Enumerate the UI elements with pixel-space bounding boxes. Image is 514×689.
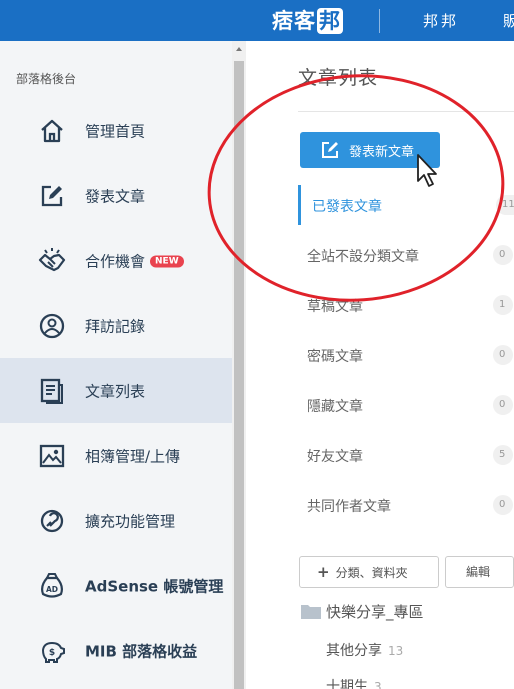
subcategory-count: 13 <box>388 644 404 658</box>
scroll-thumb[interactable] <box>234 61 244 689</box>
extension-icon <box>40 509 64 532</box>
scroll-up-arrow-icon[interactable] <box>236 47 242 51</box>
sidebar-item-new-post[interactable]: 發表文章 <box>0 163 232 228</box>
category-coauthor[interactable]: 共同作者文章 0 <box>298 485 514 525</box>
plus-icon: + <box>317 563 330 581</box>
sidebar-item-label: AdSense 帳號管理 <box>85 577 224 595</box>
edit-button[interactable]: 編輯 <box>445 556 514 588</box>
sidebar-item-visits[interactable]: 拜訪記錄 <box>0 293 232 358</box>
category-count: 1174 <box>496 195 514 215</box>
sidebar-item-album[interactable]: 相簿管理/上傳 <box>0 423 232 488</box>
category-published[interactable]: 已發表文章 1174 <box>298 185 514 225</box>
mouse-pointer-icon <box>417 154 437 187</box>
subcategory-item[interactable]: 十期生 3 <box>326 676 382 689</box>
category-count: 0 <box>493 245 513 265</box>
visitor-icon <box>39 313 65 338</box>
edit-button-label: 編輯 <box>466 565 491 579</box>
pixnet-logo[interactable]: 痞客邦 <box>272 6 343 36</box>
category-password[interactable]: 密碼文章 0 <box>298 335 514 375</box>
category-count: 0 <box>493 345 513 365</box>
folder-icon <box>301 605 321 619</box>
svg-text:$: $ <box>49 648 55 658</box>
category-count: 0 <box>493 395 513 415</box>
sidebar-item-mib[interactable]: $ MIB 部落格收益 <box>0 618 232 683</box>
sidebar-item-label: 發表文章 <box>85 187 146 205</box>
sidebar-item-label: 管理首頁 <box>85 122 146 140</box>
svg-text:AD: AD <box>46 585 58 594</box>
new-post-button-label: 發表新文章 <box>349 145 415 160</box>
category-label: 密碼文章 <box>307 349 363 365</box>
sidebar: 部落格後台 管理首頁 發表文章 合作機會 NEW 拜訪記錄 文章列表 相簿管理/上… <box>0 41 232 689</box>
subcategory-label: 十期生 <box>326 679 368 689</box>
nav-item-bangbang[interactable]: 邦邦 <box>423 10 459 31</box>
sidebar-item-cooperation[interactable]: 合作機會 NEW <box>0 228 232 293</box>
sidebar-item-label: 文章列表 <box>85 382 146 400</box>
category-friends[interactable]: 好友文章 5 <box>298 435 514 475</box>
sidebar-item-label: 相簿管理/上傳 <box>85 447 181 465</box>
sidebar-item-extensions[interactable]: 擴充功能管理 <box>0 488 232 553</box>
piggy-bank-icon: $ <box>41 641 65 663</box>
handshake-icon <box>38 247 66 271</box>
category-label: 共同作者文章 <box>307 499 391 515</box>
category-label: 草稿文章 <box>307 299 363 315</box>
sidebar-title: 部落格後台 <box>16 72 77 86</box>
adsense-icon: AD <box>41 572 63 598</box>
sidebar-item-text: 合作機會 <box>85 252 146 270</box>
folder-label: 快樂分享_專區 <box>326 603 424 621</box>
category-label: 已發表文章 <box>312 199 382 215</box>
category-count: 0 <box>493 495 513 515</box>
add-category-button[interactable]: + 分類、資料夾 <box>299 556 439 588</box>
category-hidden[interactable]: 隱藏文章 0 <box>298 385 514 425</box>
home-icon <box>41 119 63 142</box>
header-divider <box>379 9 380 33</box>
category-label: 隱藏文章 <box>307 399 363 415</box>
category-count: 5 <box>493 445 513 465</box>
logo-text: 痞客 <box>272 9 316 33</box>
edit-icon <box>41 185 63 206</box>
nav-item-sell[interactable]: 販 <box>503 10 514 31</box>
sidebar-item-label: 擴充功能管理 <box>85 512 176 530</box>
main-content: 文章列表 發表新文章 已發表文章 1174 全站不設分類文章 0 草稿文章 1 … <box>246 41 514 689</box>
category-label: 好友文章 <box>307 449 363 465</box>
page-title: 文章列表 <box>298 67 379 89</box>
list-icon <box>40 378 63 404</box>
sidebar-item-label: 合作機會 NEW <box>85 250 184 271</box>
sidebar-scrollbar[interactable] <box>232 41 246 689</box>
sidebar-item-adsense[interactable]: AD AdSense 帳號管理 <box>0 553 232 618</box>
album-icon <box>39 444 65 467</box>
category-drafts[interactable]: 草稿文章 1 <box>298 285 514 325</box>
sidebar-item-label: MIB 部落格收益 <box>85 642 198 660</box>
sidebar-item-article-list[interactable]: 文章列表 <box>0 358 232 423</box>
new-badge: NEW <box>150 255 184 268</box>
subcategory-label: 其他分享 <box>326 643 382 659</box>
top-header: 痞客邦 邦邦 販 <box>0 0 514 41</box>
sidebar-item-dashboard[interactable]: 管理首頁 <box>0 98 232 163</box>
subcategory-item[interactable]: 其他分享 13 <box>326 640 403 660</box>
title-divider <box>298 111 514 112</box>
sidebar-item-label: 拜訪記錄 <box>85 317 146 335</box>
subcategory-count: 3 <box>374 680 382 689</box>
edit-icon <box>322 142 338 158</box>
category-label: 全站不設分類文章 <box>307 249 419 265</box>
category-uncategorized[interactable]: 全站不設分類文章 0 <box>298 235 514 275</box>
category-count: 1 <box>493 295 513 315</box>
add-category-label: 分類、資料夾 <box>335 566 408 580</box>
logo-badge: 邦 <box>317 8 343 34</box>
